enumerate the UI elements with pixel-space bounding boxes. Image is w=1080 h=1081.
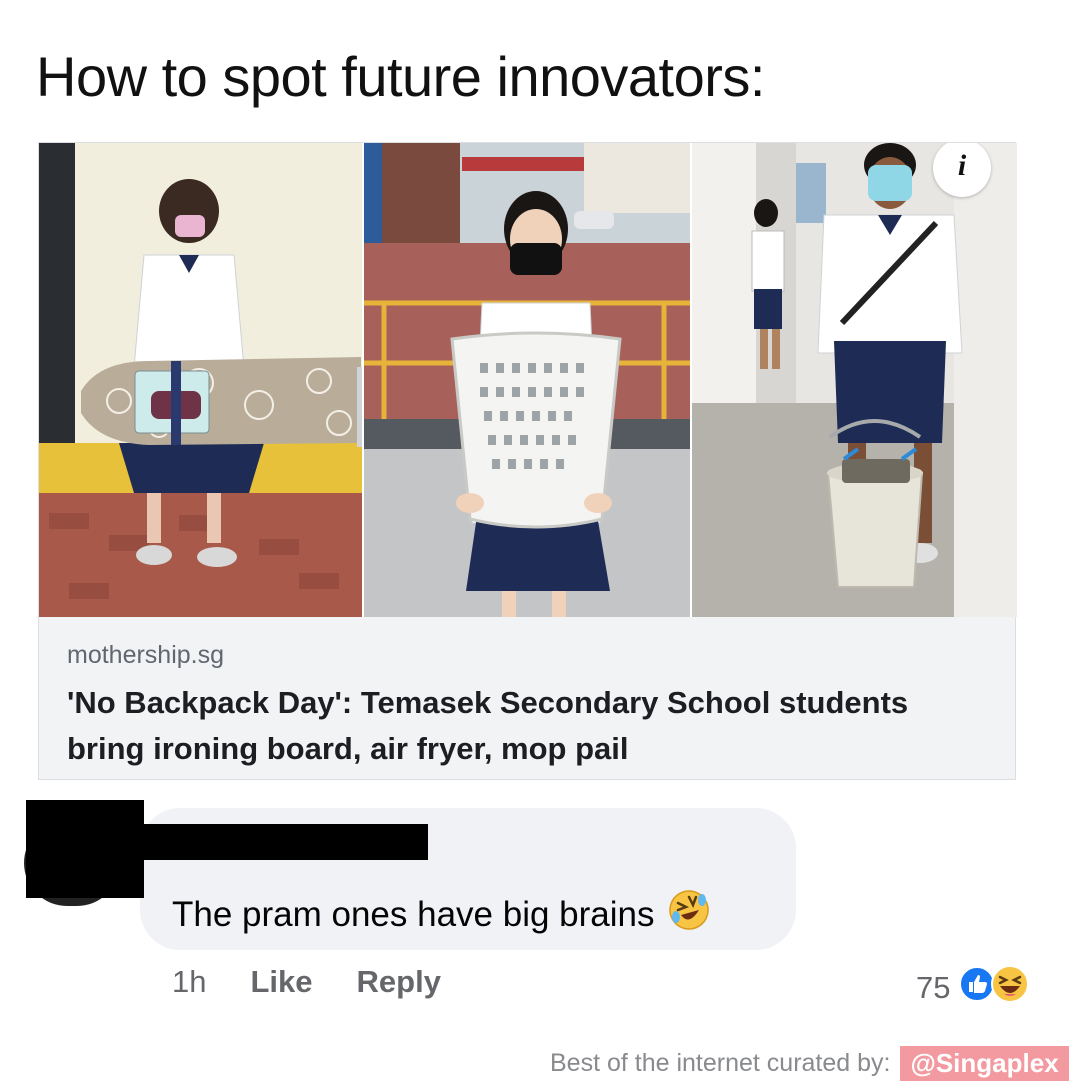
card-meta: mothership.sg 'No Backpack Day': Temasek…	[67, 641, 987, 772]
watermark-handle: @Singaplex	[900, 1046, 1069, 1081]
link-preview-card[interactable]: i mothership.sg 'No Backpack Day': Temas…	[38, 142, 1017, 780]
rolling-on-floor-laughing-emoji-icon	[667, 888, 711, 941]
comment-actions: 1h Like Reply	[172, 964, 485, 1000]
reply-button[interactable]: Reply	[357, 964, 441, 1000]
redaction-block	[26, 800, 144, 898]
watermark: Best of the internet curated by: @Singap…	[550, 1046, 1069, 1081]
haha-reaction-icon	[990, 964, 1030, 1012]
photo-strip: i	[39, 143, 1017, 617]
page-title: How to spot future innovators:	[36, 45, 765, 108]
reaction-summary[interactable]: 75	[916, 964, 1030, 1012]
article-headline[interactable]: 'No Backpack Day': Temasek Secondary Sch…	[67, 680, 987, 772]
watermark-label: Best of the internet curated by:	[550, 1049, 891, 1077]
comment-timestamp[interactable]: 1h	[172, 964, 206, 1000]
photo-ironing-board	[39, 143, 363, 617]
reaction-count: 75	[916, 970, 951, 1005]
comment-body: The pram ones have big brains	[172, 894, 655, 934]
photo-laundry-basket	[362, 143, 690, 617]
commenter-name-redacted	[140, 824, 428, 860]
like-button[interactable]: Like	[250, 964, 312, 1000]
source-domain[interactable]: mothership.sg	[67, 641, 987, 670]
photo-mop-pail: i	[689, 143, 1017, 617]
comment-text: The pram ones have big brains	[172, 888, 711, 941]
